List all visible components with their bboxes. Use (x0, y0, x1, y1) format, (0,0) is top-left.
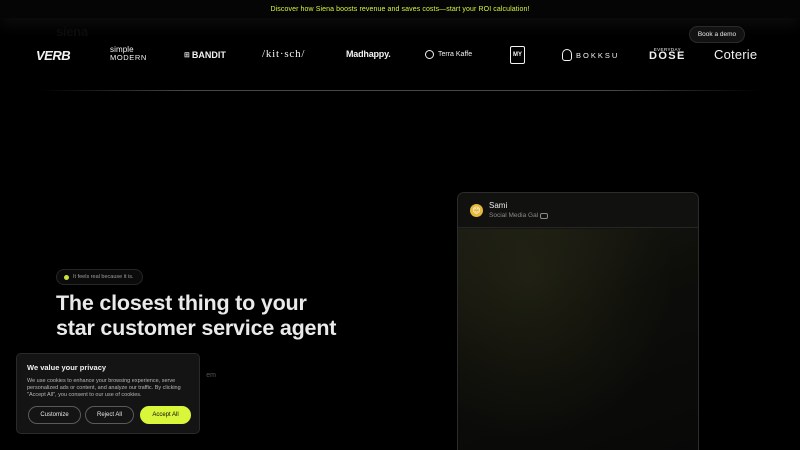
site-logo[interactable]: siena (56, 24, 88, 39)
announcement-text[interactable]: Discover how Siena boosts revenue and sa… (270, 6, 529, 13)
brand-logo-terra-kaffe: Terra Kaffe (425, 50, 472, 59)
hero-title-line-2: star customer service agent (56, 316, 337, 340)
hero-title: The closest thing to your star customer … (56, 291, 416, 341)
book-demo-button[interactable]: Book a demo (689, 26, 745, 43)
hero-title-line-1: The closest thing to your (56, 291, 307, 315)
chat-agent-name: Sami (489, 201, 508, 210)
brand-terra-text: Terra Kaffe (438, 51, 473, 58)
brand-logo-boxed: MY (510, 46, 525, 64)
customize-button[interactable]: Customize (28, 406, 81, 424)
brand-logo-madhappy: Madhappy. (346, 49, 391, 59)
brand-logo-verb: VERB (36, 48, 71, 63)
bokksu-seal-icon (562, 49, 572, 61)
brand-dose-text: DOSE (649, 50, 686, 62)
accept-all-button[interactable]: Accept All (140, 406, 191, 424)
brand-logo-bokksu: BOKKSU (562, 49, 619, 61)
chat-agent-role: Social Media Gal (489, 212, 539, 219)
brand-logo-bandit: ⊞ BANDIT (184, 50, 226, 60)
cookie-title: We value your privacy (27, 363, 107, 372)
chat-body (458, 229, 698, 450)
cookie-text: We use cookies to enhance your browsing … (27, 378, 181, 398)
brand-logo-coterie: Coterie (714, 47, 758, 62)
cookie-consent-banner: We value your privacy We use cookies to … (16, 353, 200, 434)
chat-header: 😊 Sami Social Media Gal (458, 193, 698, 228)
cookie-actions: Customize Reject All Accept All (28, 406, 191, 424)
brand-logo-simple-modern: simple MODERN (110, 46, 147, 62)
reject-all-button[interactable]: Reject All (85, 406, 134, 424)
chat-bubble-icon (540, 212, 549, 219)
section-divider (40, 90, 760, 91)
brand-simple-bottom: MODERN (110, 53, 147, 62)
chat-agent-info: Sami Social Media Gal (489, 201, 549, 219)
brand-bokksu-text: BOKKSU (576, 50, 620, 60)
brand-logo-kitsch: /kit·sch/ (262, 48, 306, 60)
agent-avatar: 😊 (470, 203, 483, 217)
hero-tag-pill: It feels real because it is. (56, 269, 143, 285)
brand-logo-everyday-dose: EVERYDAY DOSE (649, 46, 686, 62)
chat-agent-role-row: Social Media Gal (489, 212, 549, 219)
brand-bandit-text: BANDIT (191, 50, 226, 60)
announcement-bar[interactable]: Discover how Siena boosts revenue and sa… (0, 0, 800, 18)
chat-preview-card: 😊 Sami Social Media Gal (457, 192, 699, 450)
hero-tag-text: It feels real because it is. (73, 274, 134, 280)
bandit-mark-icon: ⊞ (184, 52, 190, 59)
terra-ring-icon (425, 50, 434, 59)
status-dot-icon (64, 274, 69, 280)
